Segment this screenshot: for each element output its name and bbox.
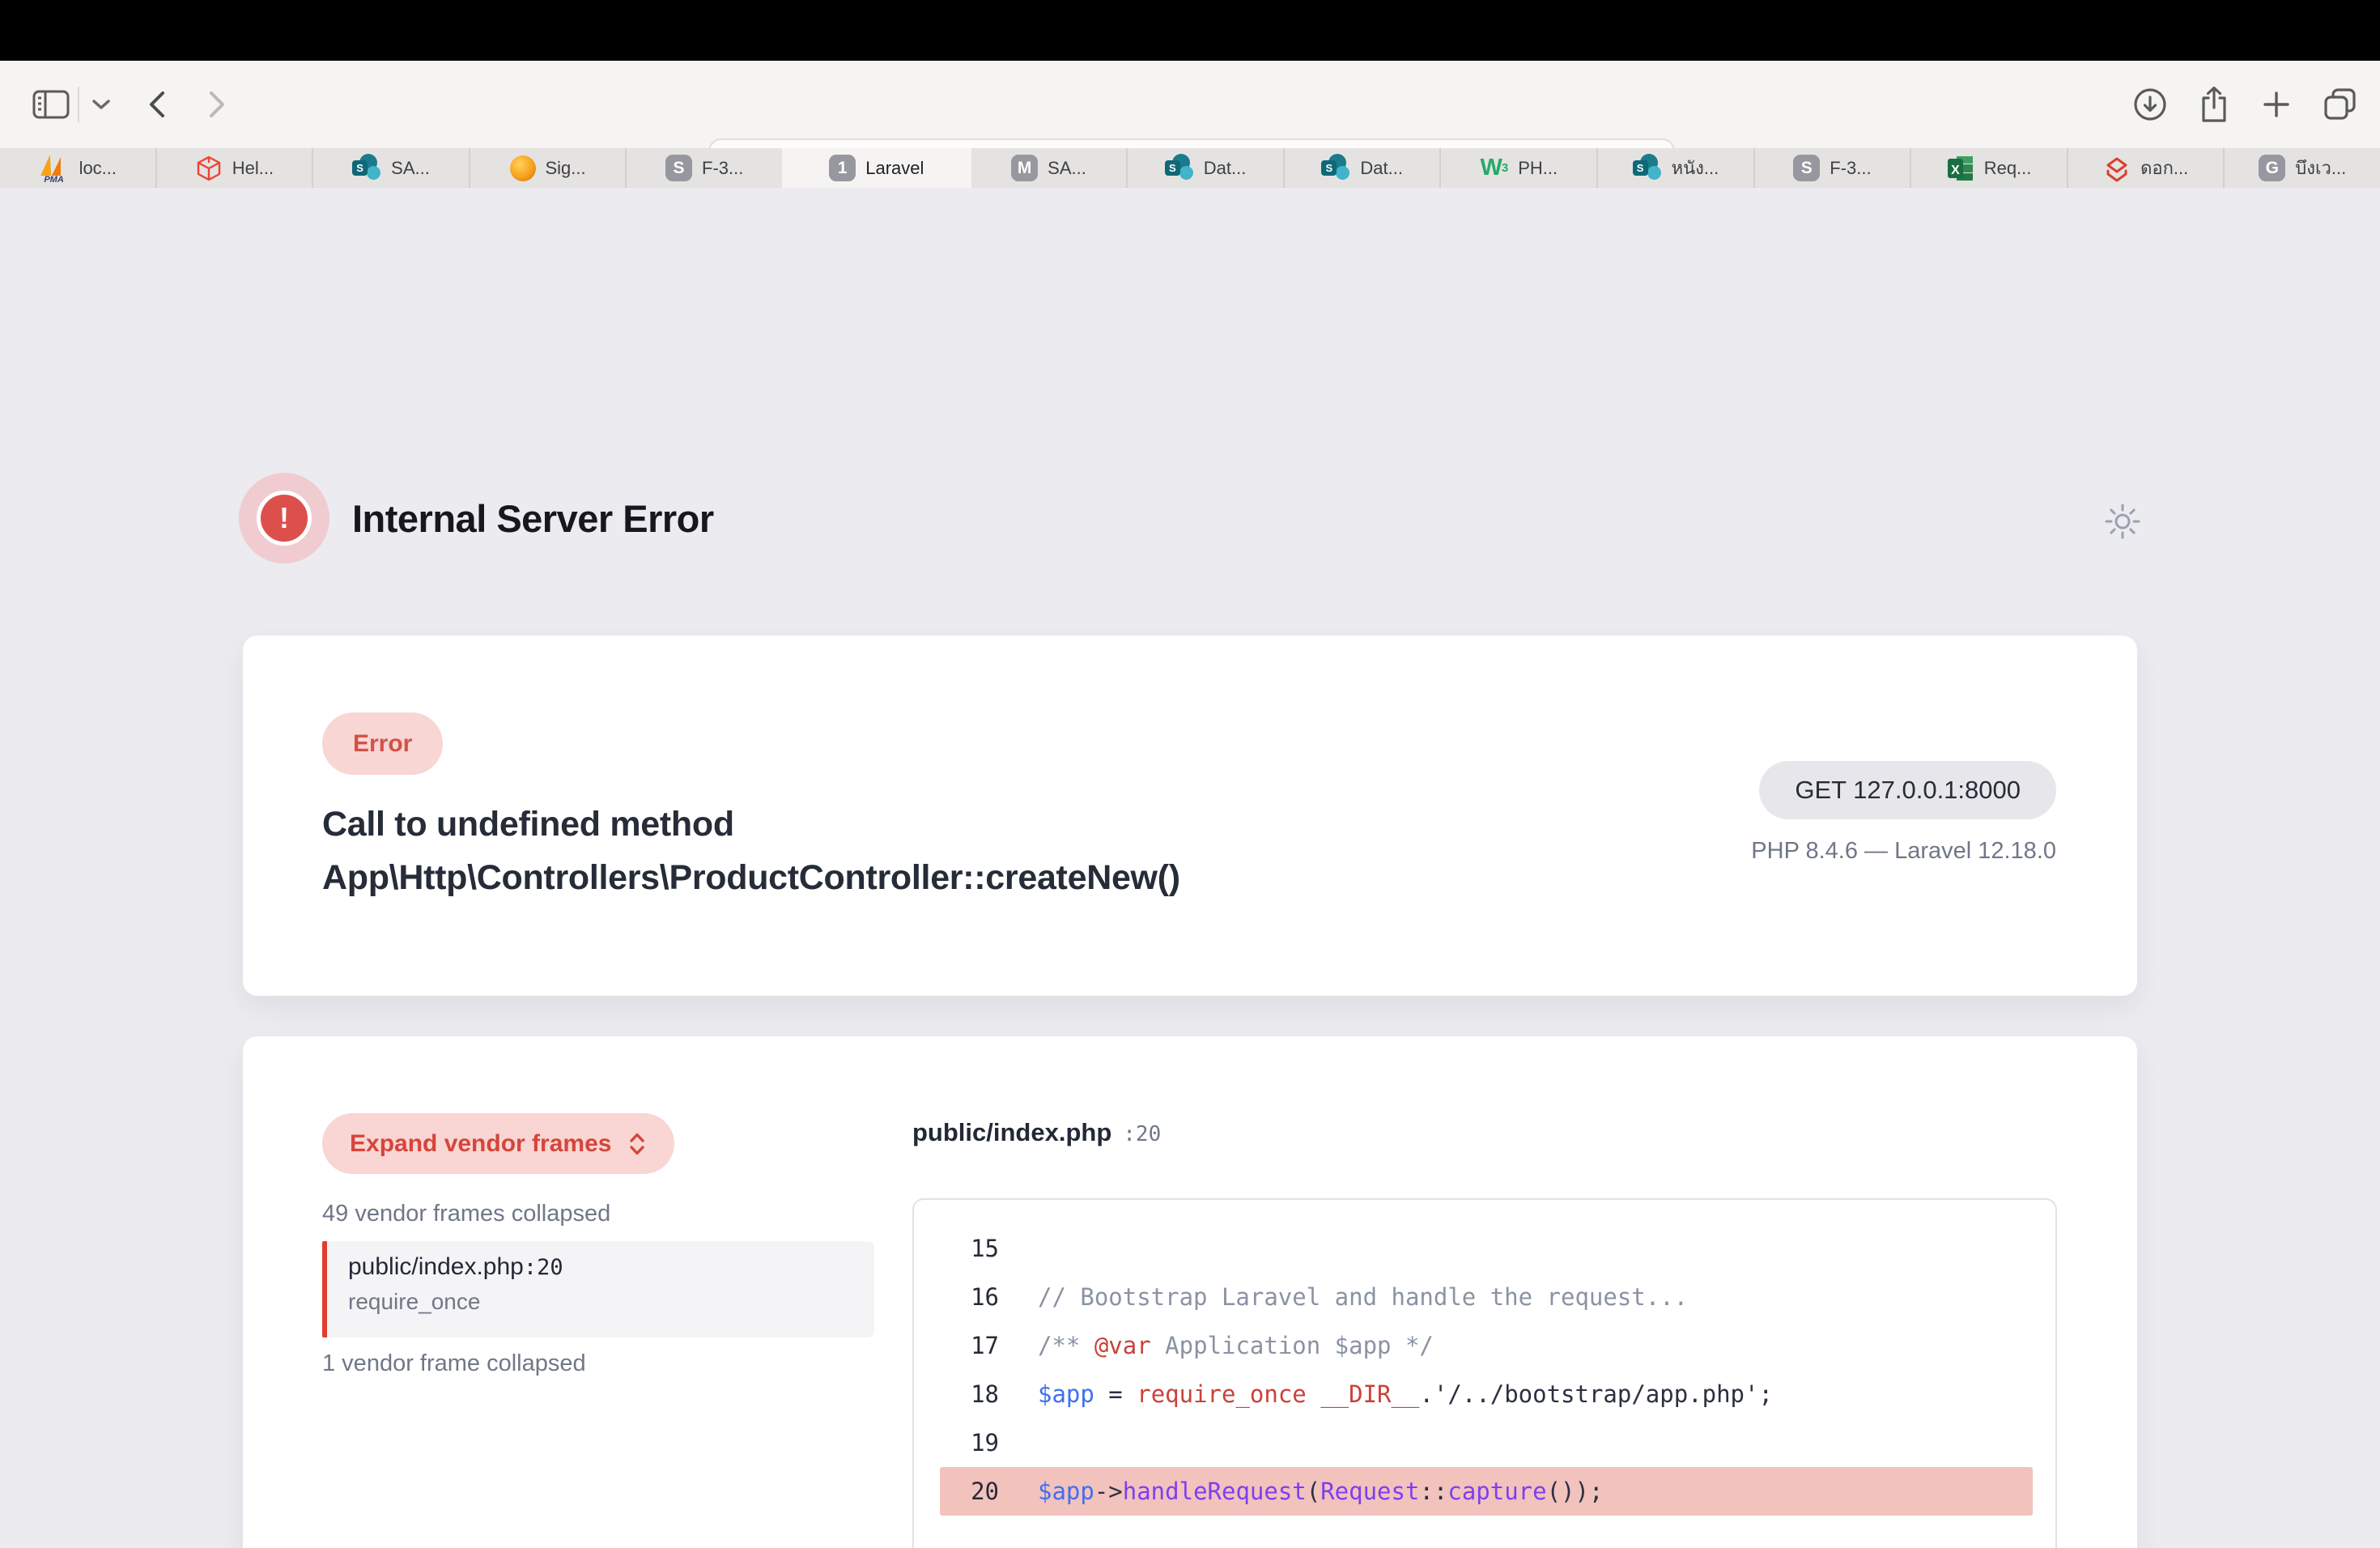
browser-tab[interactable]: ดอก... [2068,148,2225,188]
chevrons-up-down-icon [627,1132,647,1156]
error-message-line2: App\Http\Controllers\ProductController::… [322,851,1180,904]
browser-tab[interactable]: S Dat... [1128,148,1285,188]
toolbar-divider [78,87,79,122]
stack-frame-file: public/index.php:20 [348,1253,874,1281]
letter-m-icon: M [1011,155,1038,181]
letter-s-icon: S [665,155,692,181]
code-line-number: 17 [914,1332,999,1359]
tab-strip: PMA loc... Hel... S SA... Sig... S F-3... 1 Larav… [0,148,2380,188]
code-line-number: 20 [914,1478,999,1505]
code-line-number: 19 [914,1429,999,1457]
error-type-badge: Error [322,712,443,775]
sharepoint-icon: S [1165,154,1194,183]
tab-label: Dat... [1204,158,1247,179]
code-line: 19 [914,1418,2055,1467]
code-line: 18 $app = require_once __DIR__.'/../boots… [914,1370,2055,1418]
tab-label: F-3... [702,158,743,179]
stack-frame-item[interactable]: public/index.php:20 require_once [322,1241,874,1337]
chevrons-icon [2103,155,2131,182]
w3schools-icon: W3 [1480,155,1508,181]
letter-g-icon: G [2259,155,2285,181]
php-laravel-versions: PHP 8.4.6 — Laravel 12.18.0 [1751,838,2056,865]
share-icon[interactable] [2197,85,2231,124]
laravel-icon [195,155,223,182]
request-method-badge: GET 127.0.0.1:8000 [1759,761,2056,819]
code-line-source: $app->handleRequest(Request::capture()); [1038,1478,1603,1505]
browser-tab[interactable]: Hel... [157,148,314,188]
code-line-number: 15 [914,1235,999,1262]
sidebar-chevron-down-icon[interactable] [91,97,112,112]
browser-tab[interactable]: M SA... [971,148,1128,188]
browser-tab[interactable]: S F-3... [627,148,782,188]
sharepoint-icon: S [1321,154,1350,183]
tab-overview-icon[interactable] [2322,86,2359,123]
browser-tab[interactable]: W3 PH... [1441,148,1598,188]
window-titlebar [0,0,2380,61]
expand-vendor-frames-label: Expand vendor frames [350,1130,611,1158]
error-summary-card: Error Call to undefined method App\Http\… [243,636,2137,996]
tab-label: SA... [391,158,430,179]
sharepoint-icon: S [352,154,381,183]
downloads-icon[interactable] [2132,87,2168,122]
phpmyadmin-icon: PMA [39,154,70,183]
vendor-frame-collapsed-note: 1 vendor frame collapsed [322,1350,586,1377]
sidebar-toggle-icon[interactable] [32,90,70,119]
code-line-source: $app = require_once __DIR__.'/../bootstr… [1038,1380,1773,1408]
code-line-source: // Bootstrap Laravel and handle the requ… [1038,1283,1688,1311]
tab-label: หนัง... [1672,154,1719,182]
tab-label: PH... [1518,158,1558,179]
back-button-icon[interactable] [146,88,168,121]
tab-label: ดอก... [2140,154,2188,182]
error-message-line1: Call to undefined method [322,797,1180,851]
browser-tab[interactable]: G บึงเว... [2225,148,2380,188]
letter-s-icon: S [1793,155,1820,181]
page-title: Internal Server Error [352,473,714,563]
browser-tab[interactable]: S F-3... [1755,148,1912,188]
code-snippet-viewer[interactable]: 15 16 // Bootstrap Laravel and handle the … [912,1198,2057,1548]
tab-label: loc... [79,158,117,179]
browser-tab-active[interactable]: 1 Laravel [782,148,971,188]
browser-tab[interactable]: S หนัง... [1598,148,1755,188]
code-line-ref: :20 [1123,1122,1161,1146]
tab-label: Laravel [865,158,924,179]
tab-label: SA... [1048,158,1086,179]
laravel-error-page: ! Internal Server Error Error Call to un… [0,188,2380,1548]
code-file-name: public/index.php [912,1118,1111,1147]
stack-trace-card: Expand vendor frames 49 vendor frames co… [243,1036,2137,1548]
browser-tab[interactable]: S Dat... [1285,148,1442,188]
sharepoint-icon: S [1633,154,1662,183]
code-line-number: 16 [914,1283,999,1311]
code-line-source: /** @var Application $app */ [1038,1332,1434,1359]
browser-tab[interactable]: PMA loc... [0,148,157,188]
browser-tab[interactable]: Sig... [470,148,627,188]
stack-frame-line-number: :20 [524,1255,563,1280]
new-tab-icon[interactable] [2260,88,2293,121]
code-line: 17 /** @var Application $app */ [914,1321,2055,1370]
browser-toolbar: 127.0.0.1 A x [0,61,2380,148]
error-message: Call to undefined method App\Http\Contro… [322,797,1180,904]
tab-label: Dat... [1360,158,1403,179]
forward-button-icon[interactable] [206,88,228,121]
excel-icon: X [1947,155,1974,182]
svg-text:X: X [1951,164,1960,177]
code-line-number: 18 [914,1380,999,1408]
browser-tab[interactable]: X Req... [1911,148,2068,188]
numeral-1-icon: 1 [829,155,856,181]
tab-label: Sig... [546,158,586,179]
code-file-header: public/index.php :20 [912,1118,1161,1147]
tab-label: Hel... [232,158,274,179]
stack-frame-method: require_once [348,1289,874,1315]
sphere-icon [510,155,536,181]
tab-label: บึงเว... [2295,154,2346,182]
error-alert-icon: ! [239,473,329,563]
browser-tab[interactable]: S SA... [313,148,470,188]
tab-label: Req... [1984,158,2032,179]
expand-vendor-frames-button[interactable]: Expand vendor frames [322,1113,674,1174]
code-line: 15 [914,1224,2055,1273]
code-line-highlighted: 20 $app->handleRequest(Request::capture()… [914,1467,2055,1516]
vendor-frames-collapsed-note: 49 vendor frames collapsed [322,1201,610,1227]
code-line: 16 // Bootstrap Laravel and handle the re… [914,1273,2055,1321]
tab-label: F-3... [1830,158,1871,179]
theme-toggle-sun-icon[interactable] [2102,500,2144,542]
